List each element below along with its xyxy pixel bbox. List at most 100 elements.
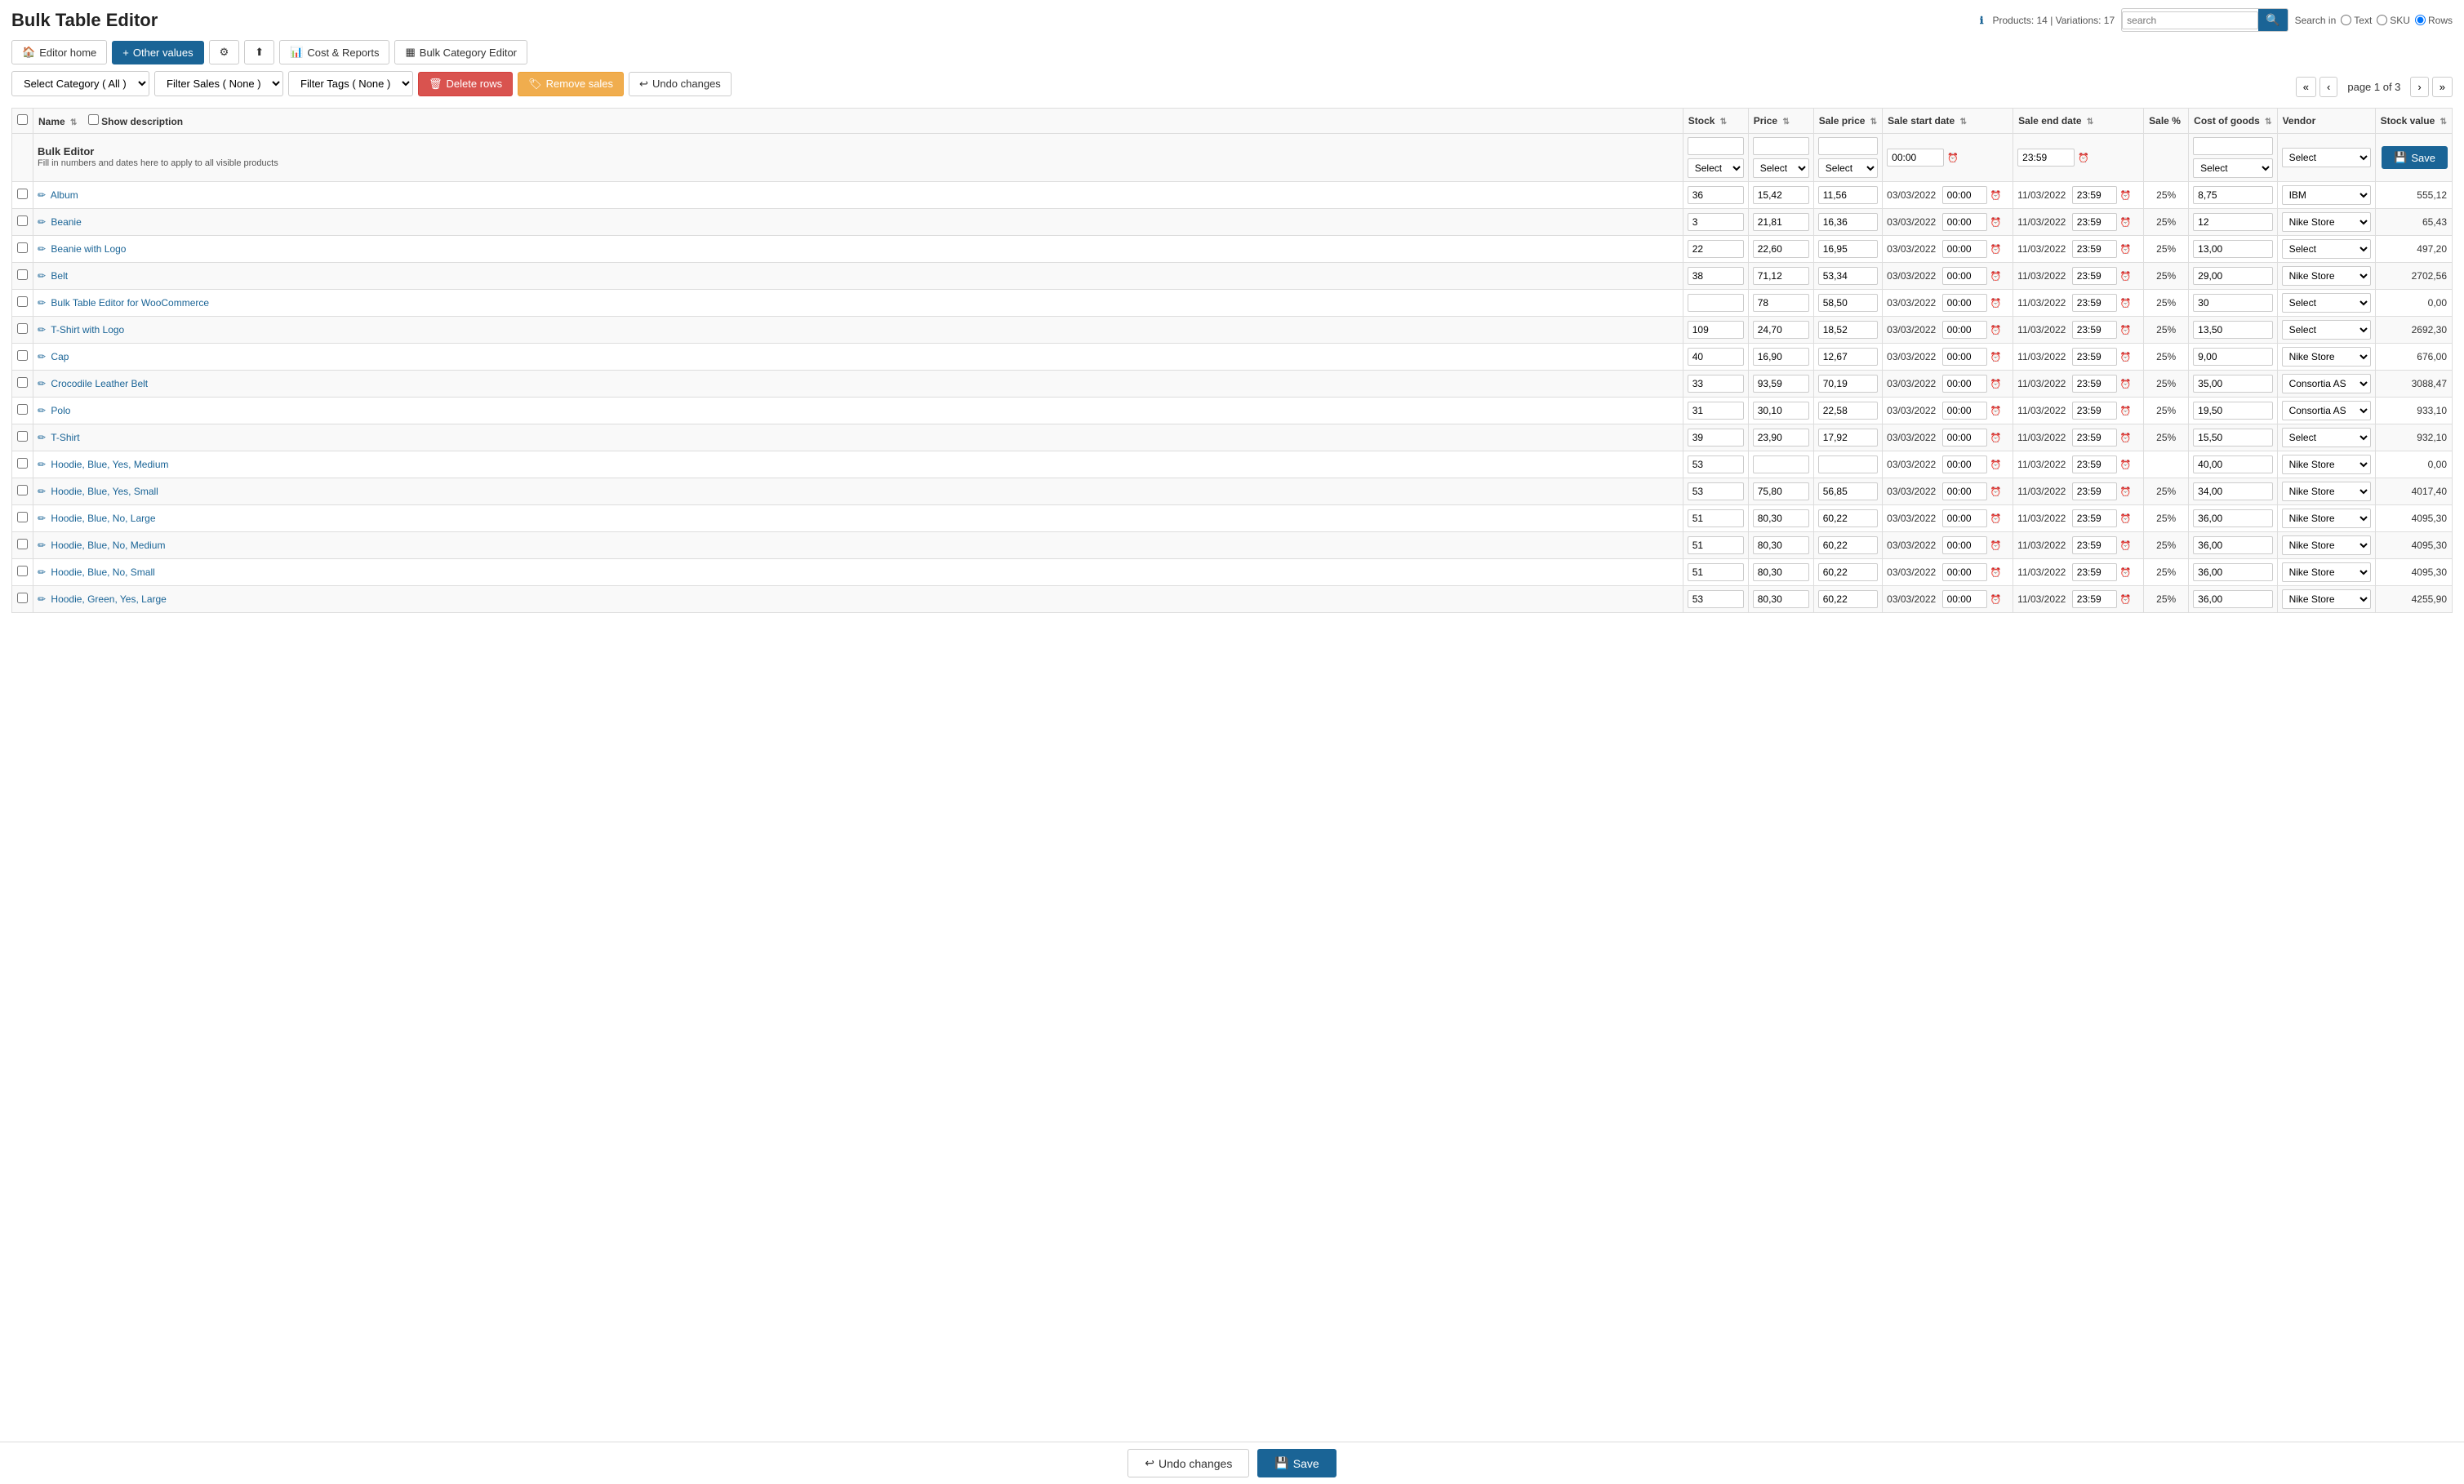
cost-input-15[interactable] xyxy=(2193,590,2272,608)
price-input-1[interactable] xyxy=(1753,213,1809,231)
sale-price-input-2[interactable] xyxy=(1818,240,1878,258)
cost-input-11[interactable] xyxy=(2193,482,2272,500)
undo-changes-button-top[interactable]: ↩ Undo changes xyxy=(629,72,732,96)
product-name-link-10[interactable]: Hoodie, Blue, Yes, Medium xyxy=(51,459,168,470)
sale-start-time-input-1[interactable] xyxy=(1942,213,1987,231)
edit-icon-5[interactable]: ✏ xyxy=(38,324,46,335)
cost-input-1[interactable] xyxy=(2193,213,2272,231)
sale-price-input-10[interactable] xyxy=(1818,455,1878,473)
price-input-8[interactable] xyxy=(1753,402,1809,420)
stock-input-5[interactable] xyxy=(1688,321,1744,339)
sale-end-time-input-7[interactable] xyxy=(2072,375,2117,393)
product-name-link-5[interactable]: T-Shirt with Logo xyxy=(51,324,124,335)
col-sale-price-header[interactable]: Sale price ⇅ xyxy=(1813,109,1882,134)
edit-icon-14[interactable]: ✏ xyxy=(38,566,46,578)
sale-price-input-8[interactable] xyxy=(1818,402,1878,420)
cost-input-10[interactable] xyxy=(2193,455,2272,473)
vendor-select-7[interactable]: SelectIBMNike StoreWooCommerceConsortia … xyxy=(2282,374,2371,393)
bulk-price-select[interactable]: Select xyxy=(1753,158,1809,178)
cost-input-6[interactable] xyxy=(2193,348,2272,366)
row-checkbox-13[interactable] xyxy=(17,539,28,549)
bulk-price-input[interactable] xyxy=(1753,137,1809,155)
bulk-stock-input[interactable] xyxy=(1688,137,1744,155)
vendor-select-10[interactable]: SelectIBMNike StoreWooCommerceConsortia … xyxy=(2282,455,2371,474)
product-name-link-11[interactable]: Hoodie, Blue, Yes, Small xyxy=(51,486,158,497)
sale-end-time-input-9[interactable] xyxy=(2072,429,2117,447)
row-checkbox-1[interactable] xyxy=(17,215,28,226)
sales-filter[interactable]: Filter Sales ( None ) xyxy=(154,71,283,96)
stock-input-13[interactable] xyxy=(1688,536,1744,554)
price-input-12[interactable] xyxy=(1753,509,1809,527)
sale-price-input-7[interactable] xyxy=(1818,375,1878,393)
col-stock-value-header[interactable]: Stock value ⇅ xyxy=(2375,109,2452,134)
sale-start-time-input-7[interactable] xyxy=(1942,375,1987,393)
vendor-select-1[interactable]: SelectIBMNike StoreWooCommerceConsortia … xyxy=(2282,212,2371,232)
row-checkbox-3[interactable] xyxy=(17,269,28,280)
sale-price-input-6[interactable] xyxy=(1818,348,1878,366)
search-sku-option[interactable]: SKU xyxy=(2377,15,2410,26)
bulk-end-time-input[interactable] xyxy=(2017,149,2075,167)
cost-input-14[interactable] xyxy=(2193,563,2272,581)
sale-start-time-input-9[interactable] xyxy=(1942,429,1987,447)
other-values-button[interactable]: + Other values xyxy=(112,41,203,64)
price-input-4[interactable] xyxy=(1753,294,1809,312)
sale-end-time-input-1[interactable] xyxy=(2072,213,2117,231)
sale-price-input-9[interactable] xyxy=(1818,429,1878,447)
upload-button[interactable]: ⬆ xyxy=(244,40,274,64)
bulk-cost-input[interactable] xyxy=(2193,137,2272,155)
edit-icon-6[interactable]: ✏ xyxy=(38,351,46,362)
cost-input-12[interactable] xyxy=(2193,509,2272,527)
stock-input-10[interactable] xyxy=(1688,455,1744,473)
vendor-select-9[interactable]: SelectIBMNike StoreWooCommerceConsortia … xyxy=(2282,428,2371,447)
product-name-link-8[interactable]: Polo xyxy=(51,405,70,416)
sale-price-input-0[interactable] xyxy=(1818,186,1878,204)
cost-input-13[interactable] xyxy=(2193,536,2272,554)
vendor-select-8[interactable]: SelectIBMNike StoreWooCommerceConsortia … xyxy=(2282,401,2371,420)
stock-input-3[interactable] xyxy=(1688,267,1744,285)
sale-price-input-1[interactable] xyxy=(1818,213,1878,231)
stock-input-4[interactable] xyxy=(1688,294,1744,312)
stock-input-0[interactable] xyxy=(1688,186,1744,204)
sale-end-time-input-2[interactable] xyxy=(2072,240,2117,258)
col-sale-end-header[interactable]: Sale end date ⇅ xyxy=(2013,109,2144,134)
edit-icon-13[interactable]: ✏ xyxy=(38,540,46,551)
sale-price-input-11[interactable] xyxy=(1818,482,1878,500)
cost-input-9[interactable] xyxy=(2193,429,2272,447)
row-checkbox-14[interactable] xyxy=(17,566,28,576)
product-name-link-3[interactable]: Belt xyxy=(51,270,68,282)
search-rows-option[interactable]: Rows xyxy=(2415,15,2453,26)
vendor-select-0[interactable]: SelectIBMNike StoreWooCommerceConsortia … xyxy=(2282,185,2371,205)
stock-input-8[interactable] xyxy=(1688,402,1744,420)
sale-start-time-input-0[interactable] xyxy=(1942,186,1987,204)
sale-price-input-14[interactable] xyxy=(1818,563,1878,581)
product-name-link-7[interactable]: Crocodile Leather Belt xyxy=(51,378,148,389)
stock-input-12[interactable] xyxy=(1688,509,1744,527)
remove-sales-button[interactable]: 🏷 Remove sales xyxy=(518,72,624,96)
settings-button[interactable]: ⚙ xyxy=(209,40,240,64)
price-input-6[interactable] xyxy=(1753,348,1809,366)
sale-end-time-input-13[interactable] xyxy=(2072,536,2117,554)
price-input-2[interactable] xyxy=(1753,240,1809,258)
undo-changes-bottom-button[interactable]: ↩ Undo changes xyxy=(1127,1449,1249,1477)
search-input[interactable] xyxy=(2122,11,2258,29)
vendor-select-15[interactable]: SelectIBMNike StoreWooCommerceConsortia … xyxy=(2282,589,2371,609)
vendor-select-4[interactable]: SelectIBMNike StoreWooCommerceConsortia … xyxy=(2282,293,2371,313)
sale-end-time-input-11[interactable] xyxy=(2072,482,2117,500)
sale-start-time-input-12[interactable] xyxy=(1942,509,1987,527)
bulk-sale-price-input[interactable] xyxy=(1818,137,1878,155)
edit-icon-4[interactable]: ✏ xyxy=(38,297,46,309)
edit-icon-15[interactable]: ✏ xyxy=(38,593,46,605)
sale-end-time-input-4[interactable] xyxy=(2072,294,2117,312)
product-name-link-2[interactable]: Beanie with Logo xyxy=(51,243,126,255)
vendor-select-14[interactable]: SelectIBMNike StoreWooCommerceConsortia … xyxy=(2282,562,2371,582)
stock-input-15[interactable] xyxy=(1688,590,1744,608)
select-all-checkbox[interactable] xyxy=(17,114,28,125)
product-name-link-13[interactable]: Hoodie, Blue, No, Medium xyxy=(51,540,165,551)
cost-input-7[interactable] xyxy=(2193,375,2272,393)
col-price-header[interactable]: Price ⇅ xyxy=(1748,109,1813,134)
sale-price-input-15[interactable] xyxy=(1818,590,1878,608)
product-name-link-14[interactable]: Hoodie, Blue, No, Small xyxy=(51,566,154,578)
sale-start-time-input-4[interactable] xyxy=(1942,294,1987,312)
cost-reports-button[interactable]: 📊 Cost & Reports xyxy=(279,40,389,64)
sale-price-input-4[interactable] xyxy=(1818,294,1878,312)
